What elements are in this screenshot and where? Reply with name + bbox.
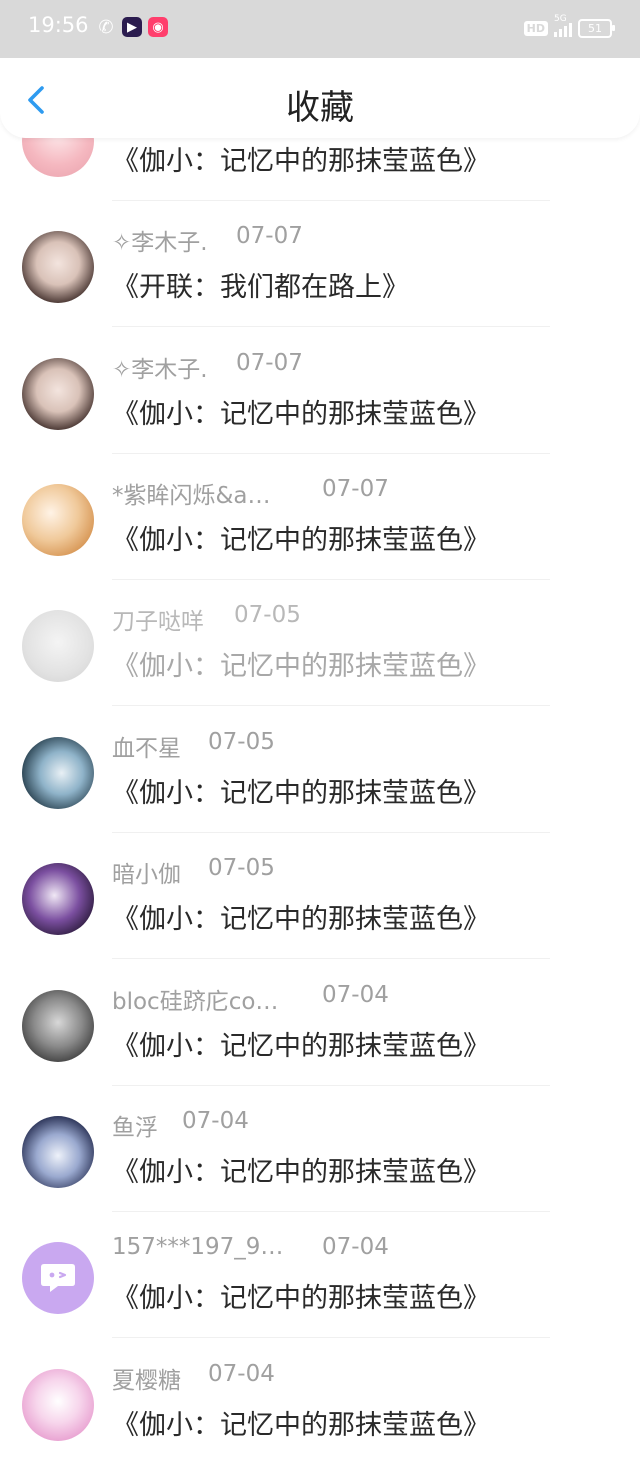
user-name: 暗小伽 <box>112 862 181 888</box>
list-item[interactable]: 鱼浮 07-04 《伽小：记忆中的那抹莹蓝色》 <box>0 1086 640 1212</box>
battery-icon: 51 <box>578 19 615 38</box>
status-indicators: HD 5G 51 <box>523 14 615 38</box>
work-title: 《开联：我们都在路上》 <box>112 272 409 303</box>
status-app-icons: ✆ ▶ ◉ <box>96 16 168 38</box>
wechat-icon: ✆ <box>98 16 114 38</box>
work-title: 《伽小：记忆中的那抹莹蓝色》 <box>112 146 490 177</box>
network-label: 5G <box>554 13 567 24</box>
work-title: 《伽小：记忆中的那抹莹蓝色》 <box>112 1031 490 1062</box>
work-title: 《伽小：记忆中的那抹莹蓝色》 <box>112 904 490 935</box>
work-title: 《伽小：记忆中的那抹莹蓝色》 <box>112 1410 490 1441</box>
favorites-list: 《伽小：记忆中的那抹莹蓝色》 ✧李木子. 07-07 《开联：我们都在路上》 ✧… <box>0 0 640 1441</box>
item-date: 07-04 <box>208 1361 275 1387</box>
work-title: 《伽小：记忆中的那抹莹蓝色》 <box>112 1157 490 1188</box>
avatar <box>22 863 94 935</box>
avatar <box>22 610 94 682</box>
work-title: 《伽小：记忆中的那抹莹蓝色》 <box>112 778 490 809</box>
status-bar: 19:56 ✆ ▶ ◉ HD 5G 51 <box>0 0 640 58</box>
list-item[interactable]: 刀子哒咩 07-05 《伽小：记忆中的那抹莹蓝色》 <box>0 580 640 706</box>
item-date: 07-05 <box>208 729 275 755</box>
user-name: 夏樱糖 <box>112 1368 181 1394</box>
page-title: 收藏 <box>286 88 354 128</box>
divider <box>112 1337 550 1338</box>
list-item[interactable]: ✧李木子. 07-07 《开联：我们都在路上》 <box>0 201 640 327</box>
header-bar: 收藏 <box>0 58 640 138</box>
item-date: 07-05 <box>234 602 301 628</box>
avatar <box>22 1242 94 1314</box>
user-name: *紫眸闪烁&a… <box>112 483 271 509</box>
user-name: bloc硅跻庀co… <box>112 989 279 1015</box>
battery-level: 51 <box>588 22 602 35</box>
chat-bubble-icon <box>41 1264 75 1292</box>
avatar <box>22 990 94 1062</box>
divider <box>112 705 550 706</box>
camera-app-icon: ◉ <box>148 17 168 37</box>
item-date: 07-04 <box>182 1108 249 1134</box>
divider <box>112 958 550 959</box>
user-name: ✧李木子. <box>112 357 208 383</box>
list-item[interactable]: 夏樱糖 07-04 《伽小：记忆中的那抹莹蓝色》 <box>0 1339 640 1465</box>
avatar <box>22 484 94 556</box>
item-date: 07-04 <box>322 982 389 1008</box>
avatar <box>22 737 94 809</box>
list-item[interactable]: 暗小伽 07-05 《伽小：记忆中的那抹莹蓝色》 <box>0 833 640 959</box>
work-title: 《伽小：记忆中的那抹莹蓝色》 <box>112 525 490 556</box>
item-date: 07-07 <box>322 476 389 502</box>
item-date: 07-07 <box>236 350 303 376</box>
work-title: 《伽小：记忆中的那抹莹蓝色》 <box>112 651 490 682</box>
avatar <box>22 1369 94 1441</box>
signal-icon: 5G <box>554 14 572 37</box>
list-item[interactable]: bloc硅跻庀co… 07-04 《伽小：记忆中的那抹莹蓝色》 <box>0 960 640 1086</box>
avatar <box>22 358 94 430</box>
item-date: 07-04 <box>322 1234 389 1260</box>
avatar <box>22 231 94 303</box>
divider <box>112 326 550 327</box>
item-date: 07-07 <box>236 223 303 249</box>
avatar <box>22 1116 94 1188</box>
user-name: 鱼浮 <box>112 1115 158 1141</box>
user-name: ✧李木子. <box>112 230 208 256</box>
list-item[interactable]: ✧李木子. 07-07 《伽小：记忆中的那抹莹蓝色》 <box>0 328 640 454</box>
list-item[interactable]: 157***197_9… 07-04 《伽小：记忆中的那抹莹蓝色》 <box>0 1212 640 1338</box>
video-app-icon: ▶ <box>122 17 142 37</box>
user-name: 刀子哒咩 <box>112 609 204 635</box>
item-date: 07-05 <box>208 855 275 881</box>
status-time: 19:56 <box>28 13 89 37</box>
work-title: 《伽小：记忆中的那抹莹蓝色》 <box>112 1283 490 1314</box>
work-title: 《伽小：记忆中的那抹莹蓝色》 <box>112 399 490 430</box>
list-item[interactable]: 血不星 07-05 《伽小：记忆中的那抹莹蓝色》 <box>0 707 640 833</box>
user-name: 157***197_9… <box>112 1234 284 1260</box>
user-name: 血不星 <box>112 736 181 762</box>
hd-badge: HD <box>523 21 548 36</box>
list-item[interactable]: *紫眸闪烁&a… 07-07 《伽小：记忆中的那抹莹蓝色》 <box>0 454 640 580</box>
